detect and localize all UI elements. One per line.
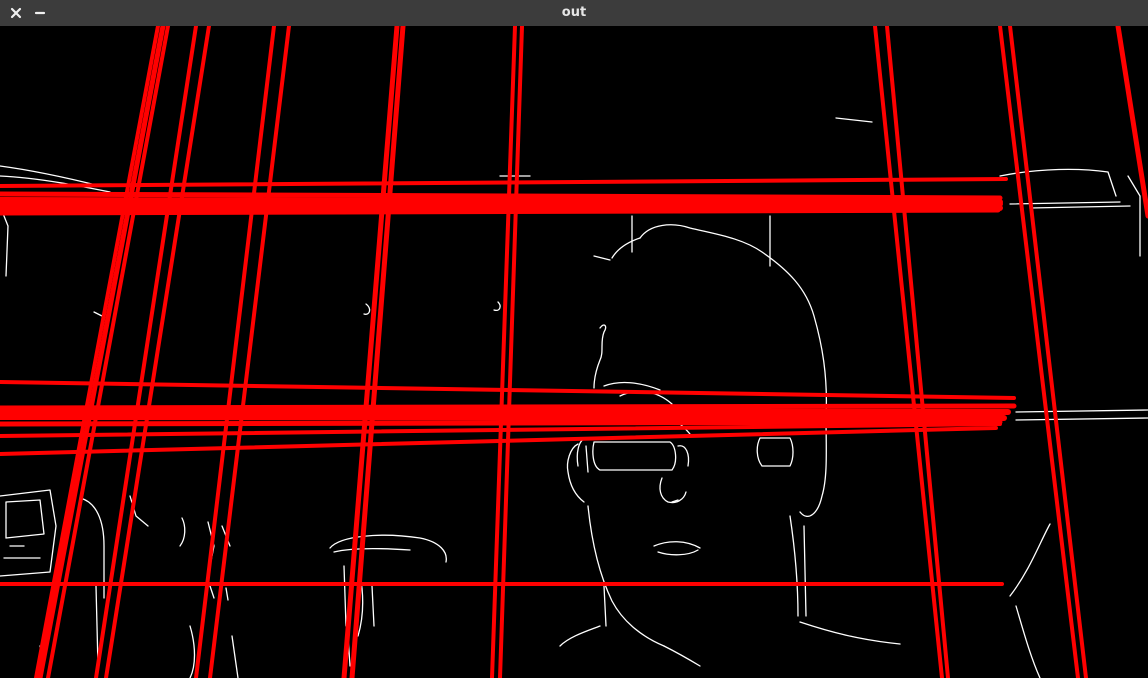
edge-detection-image <box>0 26 1148 678</box>
image-window: out <box>0 0 1148 678</box>
hough-lines-overlay <box>0 26 1148 678</box>
minimize-button[interactable] <box>30 3 50 23</box>
close-icon <box>10 7 22 19</box>
minimize-icon <box>34 11 46 15</box>
close-button[interactable] <box>6 3 26 23</box>
window-title: out <box>561 5 587 20</box>
window-titlebar[interactable]: out <box>0 0 1148 26</box>
